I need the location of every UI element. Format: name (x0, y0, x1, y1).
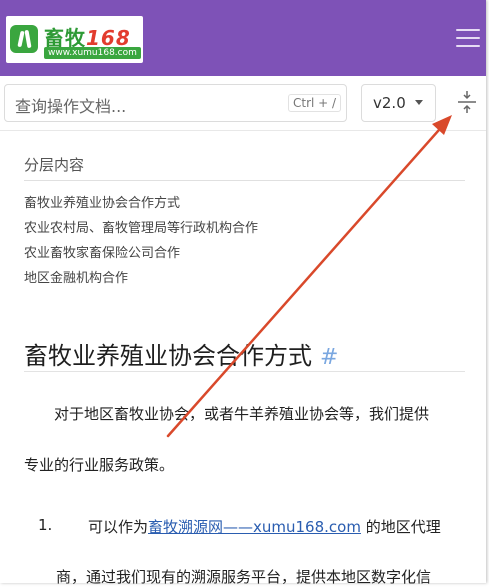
hamburger-menu-icon[interactable] (456, 27, 480, 49)
version-label: v2.0 (373, 94, 406, 112)
list-item-line: 可以作为畜牧溯源网——xumu168.com 的地区代理 (88, 518, 441, 536)
section-heading: 畜牧业养殖业协会合作方式 # (24, 342, 339, 370)
top-navbar: 畜牧168 www.xumu168.com (0, 0, 486, 76)
list-number: 1. (38, 516, 53, 534)
toc-item[interactable]: 地区金融机构合作 (24, 267, 128, 286)
site-logo[interactable]: 畜牧168 www.xumu168.com (6, 16, 143, 63)
chevron-down-icon (415, 100, 423, 105)
search-shortcut-hint: Ctrl + / (288, 94, 342, 112)
toc-item[interactable]: 农业农村局、畜牧管理局等行政机构合作 (24, 217, 258, 236)
toc-divider (24, 180, 465, 181)
logo-domain: www.xumu168.com (44, 47, 141, 59)
heading-anchor-link[interactable]: # (320, 345, 338, 370)
toc-item[interactable]: 农业畜牧家畜保险公司合作 (24, 242, 180, 261)
paragraph-line: 对于地区畜牧业协会，或者牛羊养殖业协会等，我们提供 (54, 405, 430, 423)
xumu168-link[interactable]: 畜牧溯源网——xumu168.com (148, 518, 361, 536)
toc-title: 分层内容 (24, 156, 85, 174)
logo-leaf-icon (10, 25, 38, 53)
search-input[interactable]: 查询操作文档... Ctrl + / (4, 84, 347, 122)
toc-item[interactable]: 畜牧业养殖业协会合作方式 (24, 192, 180, 211)
list-item-line: 商，通过我们现有的溯源服务平台，提供本地区数字化信 (56, 568, 432, 586)
heading-divider (24, 371, 465, 372)
paragraph-line: 专业的行业服务政策。 (24, 456, 175, 474)
version-select[interactable]: v2.0 (361, 84, 436, 122)
search-toolbar: 查询操作文档... Ctrl + / v2.0 (0, 76, 486, 131)
search-placeholder: 查询操作文档... (15, 97, 127, 116)
expand-collapse-icon[interactable] (456, 90, 478, 114)
